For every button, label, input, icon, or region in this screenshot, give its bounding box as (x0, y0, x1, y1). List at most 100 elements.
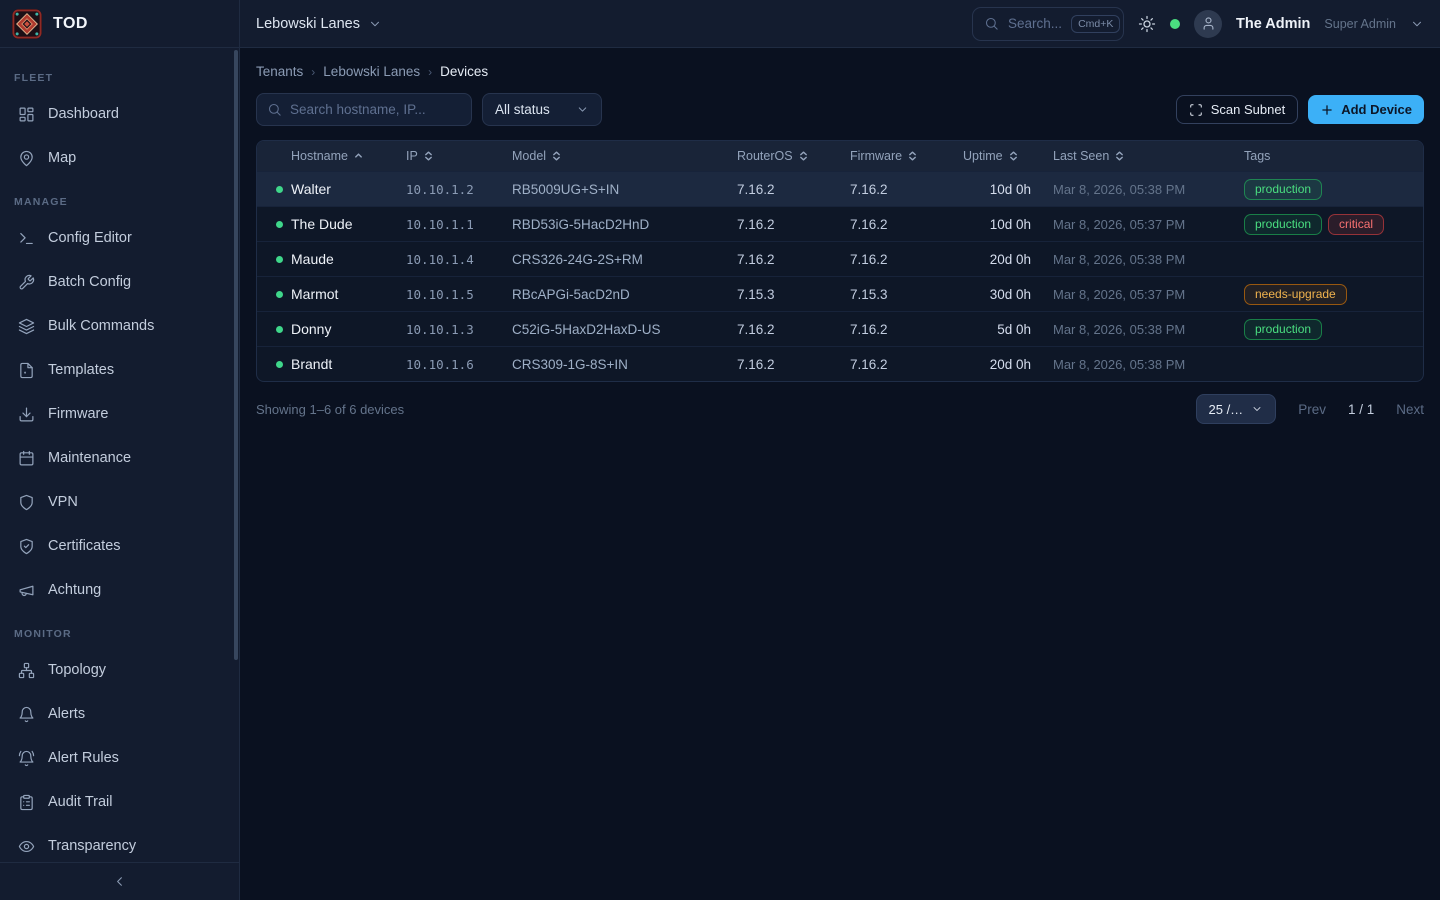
tenant-name: Lebowski Lanes (256, 16, 360, 32)
device-routeros: 7.16.2 (729, 252, 842, 267)
device-row-walter[interactable]: Walter10.10.1.2RB5009UG+S+IN7.16.27.16.2… (257, 171, 1423, 206)
sidebar-item-templates[interactable]: Templates (0, 348, 239, 392)
sidebar-item-config-editor[interactable]: Config Editor (0, 216, 239, 260)
prev-page-button[interactable]: Prev (1298, 402, 1326, 417)
sidebar-item-label: Achtung (48, 582, 101, 598)
device-tags: production (1236, 179, 1423, 200)
app-name: TOD (53, 15, 88, 33)
terminal-icon (18, 230, 35, 247)
topology-icon (18, 662, 35, 679)
search-shortcut-badge: Cmd+K (1071, 15, 1120, 33)
app-logo-icon (12, 9, 42, 39)
column-header-uptime[interactable]: Uptime (955, 149, 1045, 163)
device-uptime: 10d 0h (955, 217, 1045, 232)
sidebar-item-bulk-commands[interactable]: Bulk Commands (0, 304, 239, 348)
device-status-cell (257, 361, 283, 368)
sidebar-collapse-button[interactable] (112, 874, 127, 889)
sidebar-item-firmware[interactable]: Firmware (0, 392, 239, 436)
tenant-switcher[interactable]: Lebowski Lanes (256, 16, 382, 32)
column-label: RouterOS (737, 149, 793, 163)
theme-toggle-button[interactable] (1138, 15, 1156, 33)
sidebar-item-audit-trail[interactable]: Audit Trail (0, 780, 239, 824)
sort-icon (424, 150, 433, 162)
sidebar-item-label: Config Editor (48, 230, 132, 246)
scan-subnet-button[interactable]: Scan Subnet (1176, 95, 1298, 124)
page-size-select[interactable]: 25 /… (1196, 394, 1277, 424)
device-row-marmot[interactable]: Marmot10.10.1.5RBcAPGi-5acD2nD7.15.37.15… (257, 276, 1423, 311)
chevron-down-icon[interactable] (1410, 17, 1424, 31)
device-row-brandt[interactable]: Brandt10.10.1.6CRS309-1G-8S+IN7.16.27.16… (257, 346, 1423, 381)
device-routeros: 7.16.2 (729, 182, 842, 197)
device-last-seen: Mar 8, 2026, 05:37 PM (1045, 287, 1236, 302)
sort-icon (552, 150, 561, 162)
column-header-model[interactable]: Model (504, 149, 729, 163)
sidebar-item-alert-rules[interactable]: Alert Rules (0, 736, 239, 780)
sidebar-item-map[interactable]: Map (0, 136, 239, 180)
column-label: Uptime (963, 149, 1003, 163)
column-header-ip[interactable]: IP (398, 149, 504, 163)
device-table: HostnameIPModel RouterOS Firmware Uptime Las… (256, 140, 1424, 382)
global-search[interactable]: Search... Cmd+K (972, 7, 1124, 41)
sidebar-item-batch-config[interactable]: Batch Config (0, 260, 239, 304)
device-search-input[interactable] (290, 102, 461, 117)
add-device-label: Add Device (1341, 102, 1412, 117)
device-model: RBcAPGi-5acD2nD (504, 287, 729, 302)
sidebar-item-label: VPN (48, 494, 78, 510)
device-hostname: Walter (283, 181, 398, 197)
sidebar-item-label: Topology (48, 662, 106, 678)
sidebar-item-label: Transparency (48, 838, 136, 854)
device-status-cell (257, 221, 283, 228)
device-firmware: 7.16.2 (842, 322, 955, 337)
nav-section-label-manage: Manage (0, 180, 239, 216)
device-last-seen: Mar 8, 2026, 05:37 PM (1045, 217, 1236, 232)
device-last-seen: Mar 8, 2026, 05:38 PM (1045, 252, 1236, 267)
search-icon (984, 16, 999, 31)
bell-icon (18, 706, 35, 723)
column-header-tags: Tags (1236, 149, 1423, 163)
status-online-dot (276, 186, 283, 193)
sidebar-item-maintenance[interactable]: Maintenance (0, 436, 239, 480)
sidebar-item-label: Batch Config (48, 274, 131, 290)
device-ip: 10.10.1.6 (398, 357, 504, 372)
column-header-hostname[interactable]: Hostname (283, 149, 398, 163)
breadcrumb-item-devices[interactable]: Devices (440, 64, 488, 79)
status-filter-value: All status (495, 102, 550, 117)
results-summary: Showing 1–6 of 6 devices (256, 402, 404, 417)
sidebar-item-topology[interactable]: Topology (0, 648, 239, 692)
sidebar-item-alerts[interactable]: Alerts (0, 692, 239, 736)
breadcrumb-item-tenants[interactable]: Tenants (256, 64, 303, 79)
device-row-maude[interactable]: Maude10.10.1.4CRS326-24G-2S+RM7.16.27.16… (257, 241, 1423, 276)
status-filter-select[interactable]: All status (482, 93, 602, 126)
shield-icon (18, 494, 35, 511)
column-header-routeros[interactable]: RouterOS (729, 149, 842, 163)
sidebar-item-vpn[interactable]: VPN (0, 480, 239, 524)
wrench-icon (18, 274, 35, 291)
breadcrumb-separator: › (311, 65, 315, 79)
sun-icon (1138, 15, 1156, 33)
device-uptime: 5d 0h (955, 322, 1045, 337)
sidebar-item-certificates[interactable]: Certificates (0, 524, 239, 568)
topbar-right: Search... Cmd+K The Admin Super Admin (972, 7, 1424, 41)
column-header-last-seen[interactable]: Last Seen (1045, 149, 1236, 163)
device-firmware: 7.15.3 (842, 287, 955, 302)
device-row-the-dude[interactable]: The Dude10.10.1.1RBD53iG-5HacD2HnD7.16.2… (257, 206, 1423, 241)
column-label: Last Seen (1053, 149, 1109, 163)
avatar[interactable] (1194, 10, 1222, 38)
sidebar-scrollbar[interactable] (234, 50, 238, 660)
device-model: CRS326-24G-2S+RM (504, 252, 729, 267)
device-firmware: 7.16.2 (842, 252, 955, 267)
device-uptime: 10d 0h (955, 182, 1045, 197)
next-page-button[interactable]: Next (1396, 402, 1424, 417)
breadcrumb-item-lebowski-lanes[interactable]: Lebowski Lanes (323, 64, 420, 79)
sidebar-item-label: Audit Trail (48, 794, 112, 810)
table-header-row: HostnameIPModel RouterOS Firmware Uptime Las… (257, 141, 1423, 171)
device-row-donny[interactable]: Donny10.10.1.3C52iG-5HaxD2HaxD-US7.16.27… (257, 311, 1423, 346)
device-routeros: 7.16.2 (729, 357, 842, 372)
device-search-field (256, 93, 472, 126)
column-header-firmware[interactable]: Firmware (842, 149, 955, 163)
sort-asc-icon (354, 150, 363, 162)
device-uptime: 30d 0h (955, 287, 1045, 302)
sidebar-item-dashboard[interactable]: Dashboard (0, 92, 239, 136)
add-device-button[interactable]: Add Device (1308, 95, 1424, 124)
sidebar-item-achtung[interactable]: Achtung (0, 568, 239, 612)
